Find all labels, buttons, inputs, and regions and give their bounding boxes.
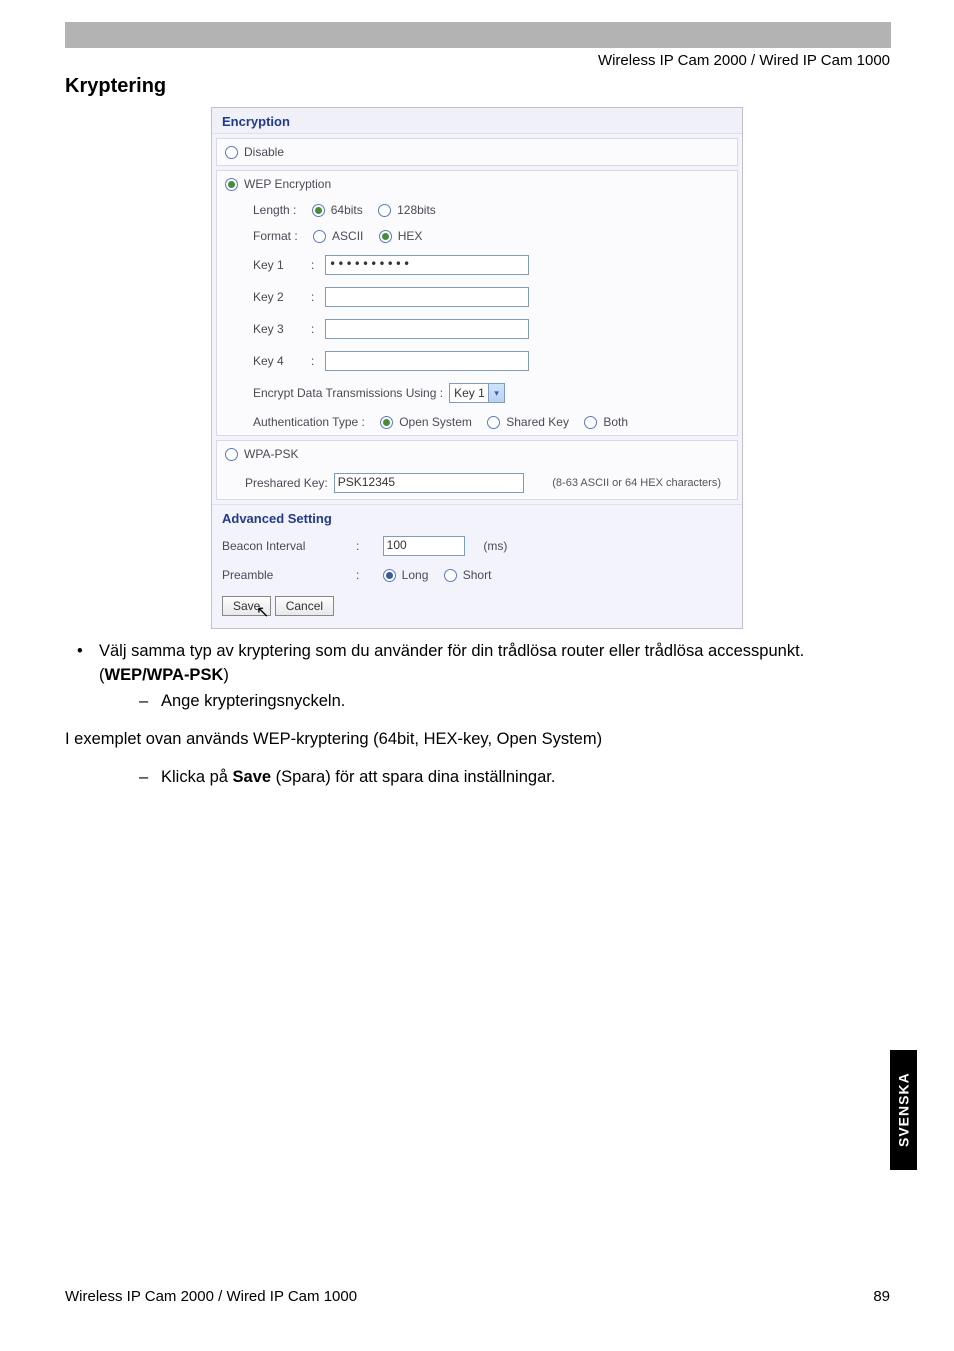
radio-wpa-psk[interactable] — [225, 448, 238, 461]
encrypt-using-select[interactable]: Key 1 ▾ — [449, 383, 505, 403]
auth-shared: Shared Key — [506, 415, 569, 429]
sub2-post: (Spara) för att spara dina inställningar… — [271, 768, 555, 786]
preamble-short: Short — [463, 568, 492, 582]
preamble-label: Preamble — [222, 568, 350, 582]
encryption-header: Encryption — [212, 108, 742, 134]
sub2-pre: Klicka på — [161, 768, 233, 786]
radio-open-system[interactable] — [380, 416, 393, 429]
key4-input[interactable] — [325, 351, 529, 371]
key1-label: Key 1 — [253, 258, 305, 272]
encryption-panel: Encryption Disable WEP Encryption Length… — [211, 107, 743, 629]
preshared-input[interactable]: PSK12345 — [334, 473, 524, 493]
instructions-block: Välj samma typ av kryptering som du anvä… — [65, 640, 885, 792]
top-grey-bar — [65, 22, 891, 48]
encryption-disable-cell: Disable — [216, 138, 738, 166]
radio-ascii[interactable] — [313, 230, 326, 243]
bullet1-bold: WEP/WPA-PSK — [105, 666, 224, 684]
header-product-line: Wireless IP Cam 2000 / Wired IP Cam 1000 — [598, 52, 890, 69]
beacon-label: Beacon Interval — [222, 539, 350, 553]
radio-disable[interactable] — [225, 146, 238, 159]
key4-label: Key 4 — [253, 354, 305, 368]
radio-128bits[interactable] — [378, 204, 391, 217]
sub2-bold: Save — [233, 768, 272, 786]
encrypt-using-label: Encrypt Data Transmissions Using : — [253, 386, 443, 400]
key2-label: Key 2 — [253, 290, 305, 304]
length-64: 64bits — [331, 203, 363, 217]
beacon-unit: (ms) — [483, 539, 507, 553]
radio-long[interactable] — [383, 569, 396, 582]
sub-bullet-2: Klicka på Save (Spara) för att spara din… — [65, 766, 885, 790]
button-row: Save Cancel ↖ — [212, 588, 742, 628]
bullet-1: Välj samma typ av kryptering som du anvä… — [65, 640, 885, 688]
preshared-hint: (8-63 ASCII or 64 HEX characters) — [552, 477, 729, 489]
key1-input[interactable]: •••••••••• — [325, 255, 529, 275]
radio-both[interactable] — [584, 416, 597, 429]
auth-both: Both — [603, 415, 628, 429]
wpa-cell: WPA-PSK Preshared Key: PSK12345 (8-63 AS… — [216, 440, 738, 500]
beacon-input[interactable]: 100 — [383, 536, 465, 556]
key3-label: Key 3 — [253, 322, 305, 336]
format-hex: HEX — [398, 229, 423, 243]
radio-hex[interactable] — [379, 230, 392, 243]
preshared-label: Preshared Key: — [245, 476, 328, 490]
auth-open: Open System — [399, 415, 472, 429]
example-paragraph: I exemplet ovan används WEP-kryptering (… — [65, 728, 885, 752]
radio-short[interactable] — [444, 569, 457, 582]
wep-label: WEP Encryption — [244, 177, 331, 191]
cancel-button[interactable]: Cancel — [275, 596, 334, 616]
length-128: 128bits — [397, 203, 436, 217]
format-ascii: ASCII — [332, 229, 363, 243]
length-label: Length : — [253, 203, 296, 217]
disable-label: Disable — [244, 145, 284, 159]
radio-wep[interactable] — [225, 178, 238, 191]
sub-bullet-1: Ange krypteringsnyckeln. — [65, 690, 885, 714]
wpa-label: WPA-PSK — [244, 447, 298, 461]
radio-shared-key[interactable] — [487, 416, 500, 429]
key2-input[interactable] — [325, 287, 529, 307]
radio-64bits[interactable] — [312, 204, 325, 217]
chevron-down-icon: ▾ — [488, 384, 504, 402]
footer-page-number: 89 — [873, 1288, 890, 1305]
language-tab: SVENSKA — [890, 1050, 917, 1170]
wep-cell: WEP Encryption Length : 64bits 128bits F… — [216, 170, 738, 436]
auth-label: Authentication Type : — [253, 415, 365, 429]
format-label: Format : — [253, 229, 298, 243]
save-button[interactable]: Save — [222, 596, 271, 616]
preamble-long: Long — [402, 568, 429, 582]
encrypt-using-value: Key 1 — [454, 386, 485, 400]
advanced-header: Advanced Setting — [212, 504, 742, 530]
key3-input[interactable] — [325, 319, 529, 339]
section-title: Kryptering — [65, 75, 166, 98]
bullet1-post: ) — [223, 666, 229, 684]
footer-left: Wireless IP Cam 2000 / Wired IP Cam 1000 — [65, 1288, 357, 1305]
